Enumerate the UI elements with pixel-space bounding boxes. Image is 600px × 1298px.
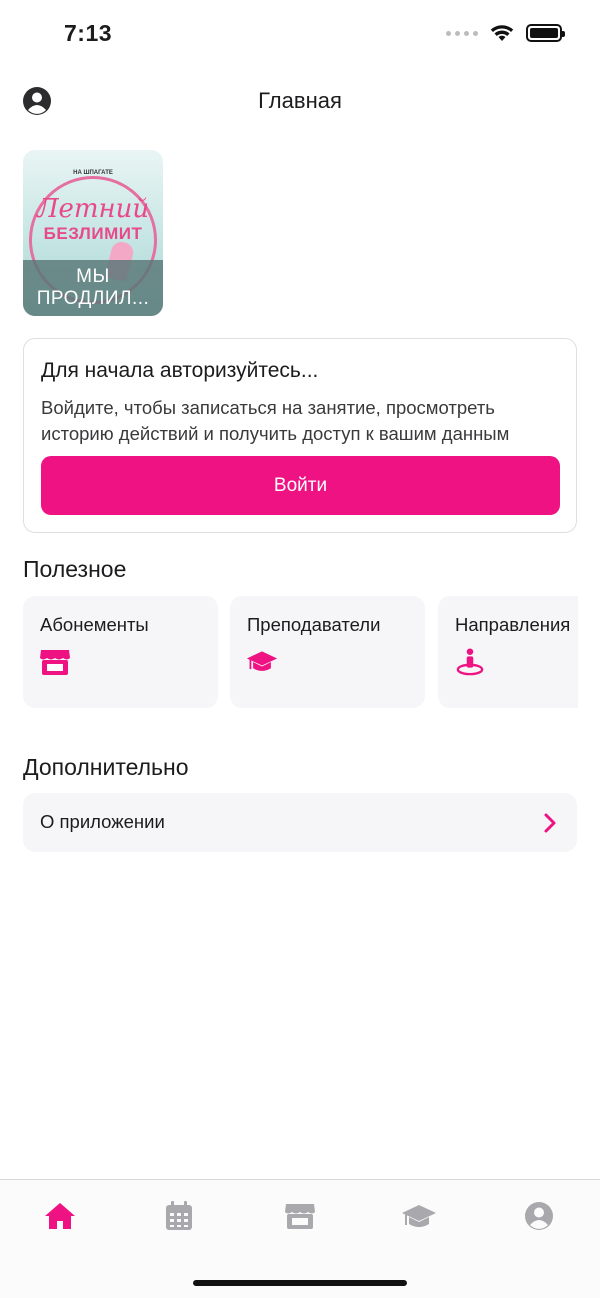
login-button[interactable]: Войти [41,456,560,515]
useful-card-label: Абонементы [40,614,149,635]
auth-card: Для начала авторизуйтесь... Войдите, что… [23,338,577,533]
extra-section-title: Дополнительно [23,754,189,780]
signal-icon [446,30,478,36]
status-icons [446,24,565,42]
status-bar: 7:13 [0,0,600,70]
home-indicator [193,1280,407,1286]
auth-title: Для начала авторизуйтесь... [41,359,319,382]
useful-card-teachers[interactable]: Преподаватели [230,596,425,708]
useful-card-subscriptions[interactable]: Абонементы [23,596,218,708]
battery-icon [526,24,565,42]
useful-card-label: Преподаватели [247,614,381,635]
chevron-right-icon [544,813,556,833]
story-script-text: Летний [36,194,150,224]
store-icon [40,650,70,675]
story-bold-text: БЕЗЛИМИТ [43,224,143,243]
useful-section-title: Полезное [23,556,127,582]
person-pin-icon [456,648,484,676]
auth-description: Войдите, чтобы записаться на занятие, пр… [41,397,510,444]
store-icon[interactable] [282,1198,318,1234]
useful-carousel[interactable]: Абонементы Преподаватели Направления [23,596,578,708]
home-icon[interactable] [42,1198,78,1234]
header: Главная [0,76,600,126]
calendar-icon[interactable] [161,1198,197,1234]
about-app-label: О приложении [40,811,165,832]
useful-card-directions[interactable]: Направления [438,596,578,708]
useful-card-label: Направления [455,614,571,635]
graduation-cap-icon [246,651,278,671]
about-app-row[interactable]: О приложении [23,793,577,852]
wifi-icon [490,25,514,41]
page-title: Главная [258,88,342,113]
story-caption: МЫ ПРОДЛИЛ... [23,260,163,316]
profile-icon[interactable] [521,1198,557,1234]
status-time: 7:13 [64,20,113,46]
story-card[interactable]: НА ШПАГАТЕ Летний БЕЗЛИМИТ МЫ ПРОДЛИЛ... [23,150,163,316]
graduation-cap-icon[interactable] [401,1198,437,1234]
